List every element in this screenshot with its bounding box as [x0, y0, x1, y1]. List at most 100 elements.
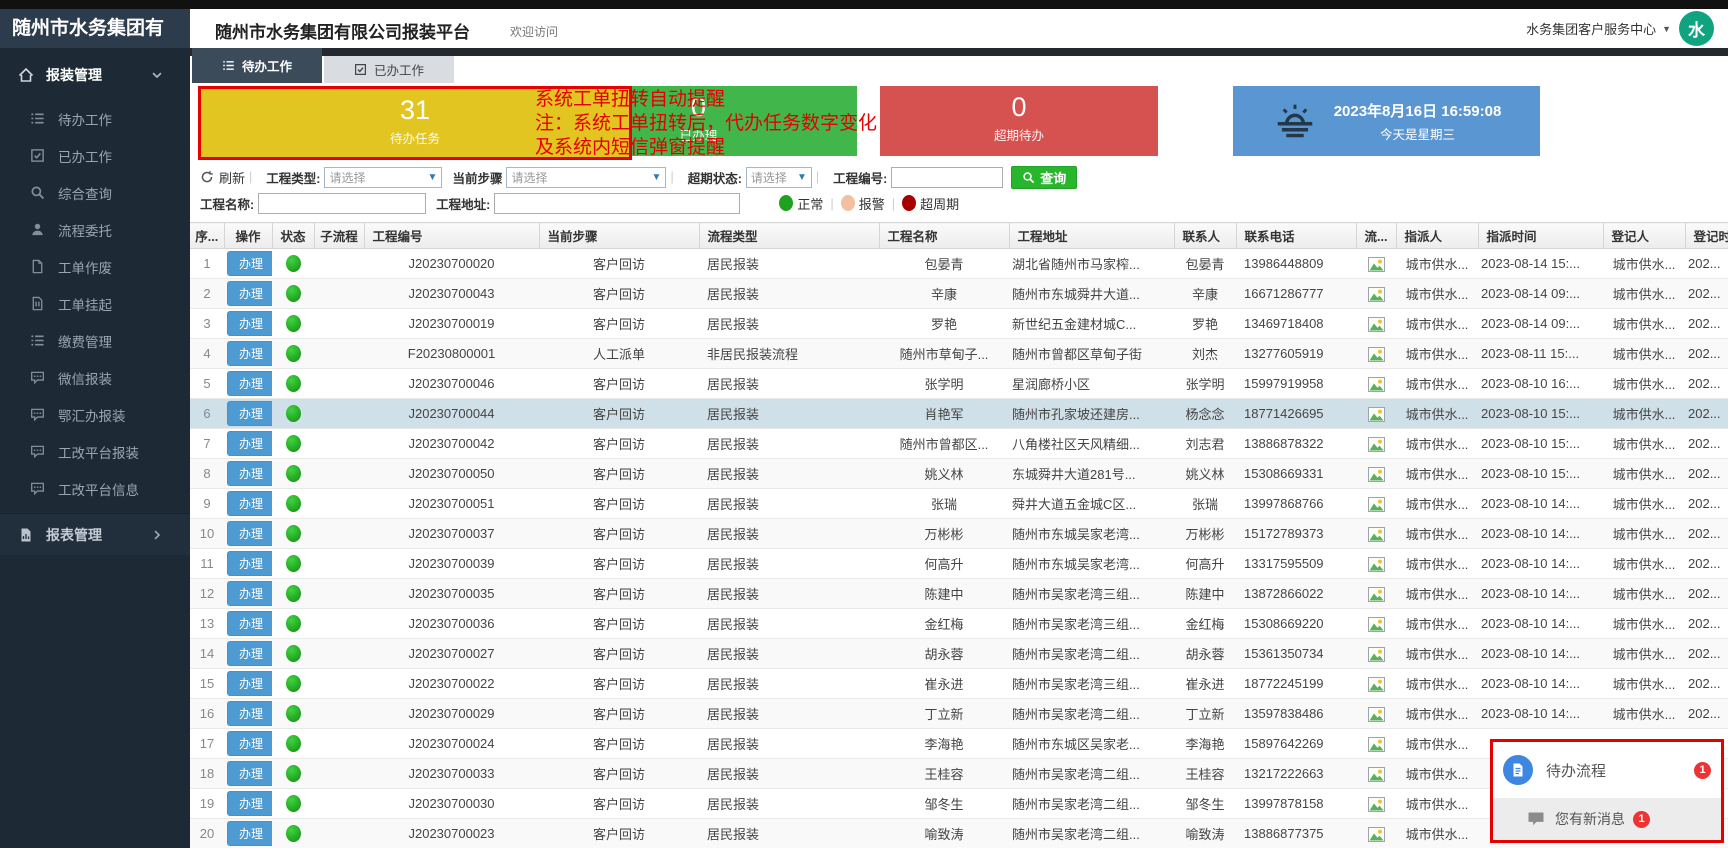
flow-image-icon[interactable]: [1368, 737, 1385, 752]
table-row[interactable]: 15办理J20230700022客户回访居民报装崔永进随州市吴家老湾三组...崔…: [190, 669, 1728, 699]
type-select[interactable]: 请选择▼: [324, 167, 442, 188]
col-header-3[interactable]: 子流程: [314, 223, 364, 249]
handle-button[interactable]: 办理: [227, 701, 272, 726]
flow-image-icon[interactable]: [1368, 317, 1385, 332]
handle-button[interactable]: 办理: [227, 551, 272, 576]
sidebar-item-reports[interactable]: 报表管理: [0, 513, 190, 555]
sidebar-item-7[interactable]: 微信报装: [0, 359, 190, 396]
sidebar-item-8[interactable]: 鄂汇办报装: [0, 396, 190, 433]
handle-button[interactable]: 办理: [227, 761, 272, 786]
sidebar-item-1[interactable]: 已办工作: [0, 137, 190, 174]
handle-button[interactable]: 办理: [227, 311, 272, 336]
handle-button[interactable]: 办理: [227, 281, 272, 306]
table-row[interactable]: 7办理J20230700042客户回访居民报装随州市曾都区...八角楼社区天风精…: [190, 429, 1728, 459]
table-row[interactable]: 11办理J20230700039客户回访居民报装何高升随州市东城吴家老湾...何…: [190, 549, 1728, 579]
table-row[interactable]: 8办理J20230700050客户回访居民报装姚义林东城舜井大道281号...姚…: [190, 459, 1728, 489]
card-todo-tasks[interactable]: 31 待办任务: [198, 86, 632, 160]
sidebar-item-0[interactable]: 待办工作: [0, 100, 190, 137]
col-header-12[interactable]: 指派人: [1396, 223, 1478, 249]
notification-flow[interactable]: 待办流程 1: [1493, 742, 1721, 798]
tab-todo-work[interactable]: 待办工作: [192, 48, 322, 83]
tab-done-work[interactable]: 已办工作: [324, 56, 454, 83]
sidebar-item-9[interactable]: 工改平台报装: [0, 433, 190, 470]
handle-button[interactable]: 办理: [227, 341, 272, 366]
flow-image-icon[interactable]: [1368, 797, 1385, 812]
handle-button[interactable]: 办理: [227, 521, 272, 546]
table-row[interactable]: 1办理J20230700020客户回访居民报装包晏青湖北省随州市马家榨...包晏…: [190, 249, 1728, 279]
col-header-9[interactable]: 联系人: [1174, 223, 1236, 249]
table-row[interactable]: 10办理J20230700037客户回访居民报装万彬彬随州市东城吴家老湾...万…: [190, 519, 1728, 549]
table-row[interactable]: 13办理J20230700036客户回访居民报装金红梅随州市吴家老湾三组...金…: [190, 609, 1728, 639]
flow-image-icon[interactable]: [1368, 587, 1385, 602]
table-row[interactable]: 5办理J20230700046客户回访居民报装张学明星润廊桥小区张学明15997…: [190, 369, 1728, 399]
flow-image-icon[interactable]: [1368, 497, 1385, 512]
handle-button[interactable]: 办理: [227, 611, 272, 636]
refresh-button[interactable]: 刷新: [200, 168, 245, 187]
col-header-6[interactable]: 流程类型: [699, 223, 879, 249]
table-row[interactable]: 4办理F20230800001人工派单非居民报装流程随州市草甸子...随州市曾都…: [190, 339, 1728, 369]
table-row[interactable]: 6办理J20230700044客户回访居民报装肖艳军随州市孔家坡还建房...杨念…: [190, 399, 1728, 429]
addr-input[interactable]: [494, 193, 740, 214]
col-header-1[interactable]: 操作: [224, 223, 272, 249]
col-header-4[interactable]: 工程编号: [364, 223, 539, 249]
flow-image-icon[interactable]: [1368, 557, 1385, 572]
flow-image-icon[interactable]: [1368, 347, 1385, 362]
sidebar-item-3[interactable]: 流程委托: [0, 211, 190, 248]
handle-button[interactable]: 办理: [227, 431, 272, 456]
sidebar-item-6[interactable]: 缴费管理: [0, 322, 190, 359]
col-header-10[interactable]: 联系电话: [1236, 223, 1356, 249]
overdue-select[interactable]: 请选择▼: [746, 167, 812, 188]
handle-button[interactable]: 办理: [227, 671, 272, 696]
col-header-7[interactable]: 工程名称: [879, 223, 1009, 249]
handle-button[interactable]: 办理: [227, 791, 272, 816]
col-header-2[interactable]: 状态: [272, 223, 314, 249]
col-header-5[interactable]: 当前步骤: [539, 223, 699, 249]
handle-button[interactable]: 办理: [227, 641, 272, 666]
handle-button[interactable]: 办理: [227, 491, 272, 516]
notification-message[interactable]: 您有新消息 1: [1493, 798, 1721, 840]
flow-image-icon[interactable]: [1368, 407, 1385, 422]
sidebar-group-baozhuang[interactable]: 报装管理: [0, 48, 190, 100]
flow-image-icon[interactable]: [1368, 827, 1385, 842]
sidebar-item-2[interactable]: 综合查询: [0, 174, 190, 211]
handle-button[interactable]: 办理: [227, 401, 272, 426]
flow-image-icon[interactable]: [1368, 767, 1385, 782]
col-header-0[interactable]: 序...: [190, 223, 224, 249]
handle-button[interactable]: 办理: [227, 461, 272, 486]
flow-image-icon[interactable]: [1368, 527, 1385, 542]
flow-image-icon[interactable]: [1368, 257, 1385, 272]
flow-image-icon[interactable]: [1368, 377, 1385, 392]
flow-image-icon[interactable]: [1368, 287, 1385, 302]
sidebar-item-4[interactable]: 工单作废: [0, 248, 190, 285]
card-overdue[interactable]: 0 超期待办: [880, 86, 1158, 156]
flow-image-icon[interactable]: [1368, 647, 1385, 662]
handle-button[interactable]: 办理: [227, 731, 272, 756]
step-select[interactable]: 请选择▼: [506, 167, 666, 188]
user-menu[interactable]: 水务集团客户服务中心 ▼ 水: [1526, 11, 1714, 46]
handle-button[interactable]: 办理: [227, 581, 272, 606]
table-row[interactable]: 9办理J20230700051客户回访居民报装张瑞舜井大道五金城C区...张瑞1…: [190, 489, 1728, 519]
handle-button[interactable]: 办理: [227, 251, 272, 276]
col-header-14[interactable]: 登记人: [1603, 223, 1685, 249]
table-row[interactable]: 2办理J20230700043客户回访居民报装辛康随州市东城舜井大道...辛康1…: [190, 279, 1728, 309]
code-input[interactable]: [891, 167, 1003, 188]
flow-image-icon[interactable]: [1368, 707, 1385, 722]
name-input[interactable]: [258, 193, 426, 214]
table-row[interactable]: 14办理J20230700027客户回访居民报装胡永蓉随州市吴家老湾二组...胡…: [190, 639, 1728, 669]
sidebar-item-10[interactable]: 工改平台信息: [0, 470, 190, 507]
col-header-15[interactable]: 登记时间: [1685, 223, 1728, 249]
col-header-11[interactable]: 流...: [1356, 223, 1396, 249]
col-header-8[interactable]: 工程地址: [1009, 223, 1174, 249]
sidebar-item-5[interactable]: 工单挂起: [0, 285, 190, 322]
handle-button[interactable]: 办理: [227, 821, 272, 846]
col-header-13[interactable]: 指派时间: [1478, 223, 1603, 249]
flow-image-icon[interactable]: [1368, 437, 1385, 452]
table-row[interactable]: 3办理J20230700019客户回访居民报装罗艳新世纪五金建材城C...罗艳1…: [190, 309, 1728, 339]
table-row[interactable]: 12办理J20230700035客户回访居民报装陈建中随州市吴家老湾三组...陈…: [190, 579, 1728, 609]
search-button[interactable]: 查询: [1011, 166, 1077, 189]
handle-button[interactable]: 办理: [227, 371, 272, 396]
flow-image-icon[interactable]: [1368, 467, 1385, 482]
flow-image-icon[interactable]: [1368, 617, 1385, 632]
flow-image-icon[interactable]: [1368, 677, 1385, 692]
table-row[interactable]: 16办理J20230700029客户回访居民报装丁立新随州市吴家老湾二组...丁…: [190, 699, 1728, 729]
